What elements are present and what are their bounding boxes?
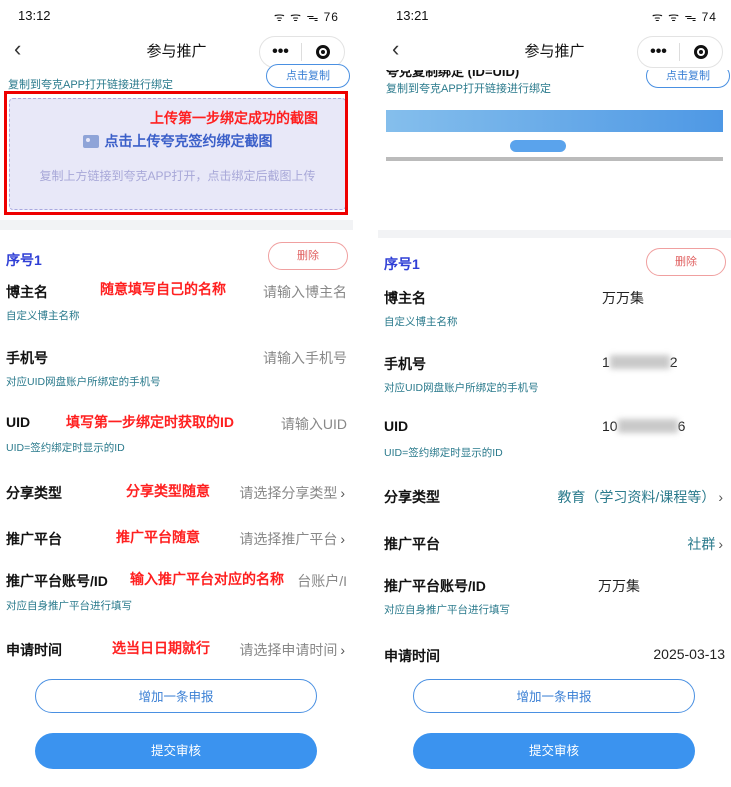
blogger-label: 博主名 [384, 290, 426, 306]
uid-hint: UID=签约绑定时显示的ID [6, 442, 125, 454]
form-card: 序号1 删除 博主名 万万集 自定义博主名称 手机号 12 对应UID网盘账户所… [378, 238, 731, 672]
uid-label: UID [384, 418, 409, 434]
uid-value-start: 10 [602, 418, 618, 434]
date-select[interactable]: 2025-03-13 [653, 646, 725, 662]
chevron-right-icon: › [718, 489, 723, 505]
share-type-select[interactable]: 请选择分享类型 › [239, 483, 345, 503]
blogger-hint: 自定义博主名称 [384, 316, 458, 328]
phone-value-start: 1 [602, 354, 610, 370]
delete-button[interactable]: 删除 [268, 242, 348, 270]
left-screenshot: 13:12 ᯤ ᯤ ᯓ 76 ‹ 参与推广 ••• 复制到夸克APP打开链接进行… [0, 0, 353, 787]
date-value: 请选择申请时间 [239, 642, 338, 658]
uploaded-screenshot-image [386, 110, 723, 132]
blurred-digits [609, 355, 670, 369]
status-bar: 13:12 ᯤ ᯤ ᯓ 76 [0, 0, 353, 32]
account-input[interactable]: 万万集 [598, 576, 640, 596]
platform-label: 推广平台 [384, 536, 440, 552]
share-type-label: 分享类型 [6, 485, 62, 501]
blogger-input[interactable]: 万万集 [602, 288, 644, 308]
platform-select[interactable]: 请选择推广平台 › [239, 529, 345, 549]
phone-label: 手机号 [6, 350, 48, 366]
phone-input[interactable]: 请输入手机号 [263, 348, 347, 368]
copy-tip: 复制到夸克APP打开链接进行绑定 [386, 83, 552, 95]
close-target-icon[interactable] [302, 45, 344, 59]
account-label: 推广平台账号/ID [384, 578, 486, 594]
bottom-bar: 增加一条申报 提交审核 [0, 672, 353, 787]
status-time: 13:21 [396, 8, 429, 23]
signal-wifi-battery-icon: ᯤ ᯤ ᯓ 74 [651, 10, 717, 24]
sequence-label: 序号1 [6, 252, 42, 268]
annotation-uid: 填写第一步绑定时获取的ID [66, 414, 234, 430]
phone-label: 手机号 [384, 356, 426, 372]
annotation-date: 选当日日期就行 [112, 640, 210, 656]
share-type-select[interactable]: 教育（学习资料/课程等） › [557, 487, 723, 507]
blogger-hint: 自定义博主名称 [6, 310, 80, 322]
copy-button[interactable]: 点击复制 [646, 70, 730, 88]
date-select[interactable]: 请选择申请时间 › [239, 640, 345, 660]
account-hint: 对应自身推广平台进行填写 [6, 600, 132, 612]
right-screenshot: 13:21 ᯤ ᯤ ᯓ 74 ‹ 参与推广 ••• 夸克复制绑定 (ID=UID… [378, 0, 731, 787]
chevron-right-icon: › [718, 536, 723, 552]
chevron-right-icon: › [340, 531, 345, 547]
copy-button[interactable]: 点击复制 [266, 64, 350, 88]
mini-program-capsule: ••• [637, 36, 723, 68]
uid-hint: UID=签约绑定时显示的ID [384, 447, 503, 459]
uploaded-screenshot-crop [386, 157, 723, 161]
nav-bar: ‹ 参与推广 ••• [378, 32, 731, 70]
annotation-platform: 推广平台随意 [116, 529, 200, 545]
platform-select[interactable]: 社群 › [687, 534, 723, 554]
platform-value: 请选择推广平台 [239, 531, 338, 547]
chevron-right-icon: › [340, 485, 345, 501]
chevron-right-icon: › [340, 642, 345, 658]
platform-value: 社群 [687, 536, 716, 552]
share-type-value: 请选择分享类型 [239, 485, 338, 501]
cut-heading: 夸克复制绑定 (ID=UID) [386, 70, 520, 79]
share-type-label: 分享类型 [384, 489, 440, 505]
add-entry-button[interactable]: 增加一条申报 [413, 679, 695, 713]
submit-button[interactable]: 提交审核 [413, 733, 695, 769]
annotation-upload: 上传第一步绑定成功的截图 [150, 110, 318, 126]
account-hint: 对应自身推广平台进行填写 [384, 604, 510, 616]
platform-label: 推广平台 [6, 531, 62, 547]
blurred-digits [617, 419, 678, 433]
status-bar: 13:21 ᯤ ᯤ ᯓ 74 [378, 0, 731, 32]
uploaded-screenshot-badge [510, 140, 566, 152]
copy-tip: 复制到夸克APP打开链接进行绑定 [8, 79, 174, 91]
account-label: 推广平台账号/ID [6, 573, 108, 589]
add-entry-button[interactable]: 增加一条申报 [35, 679, 317, 713]
date-label: 申请时间 [384, 648, 440, 664]
divider-gap [353, 0, 378, 787]
uid-value-end: 6 [677, 418, 686, 434]
uid-label: UID [6, 414, 31, 430]
annotation-account: 输入推广平台对应的名称 [130, 571, 284, 587]
close-target-icon[interactable] [680, 45, 722, 59]
blogger-input[interactable]: 请输入博主名 [263, 282, 347, 302]
more-menu-icon[interactable]: ••• [638, 43, 679, 61]
date-label: 申请时间 [6, 642, 62, 658]
uid-input[interactable]: 10 6 [602, 418, 685, 434]
account-input[interactable]: 台账户/I [297, 571, 347, 591]
bottom-bar: 增加一条申报 提交审核 [378, 672, 731, 787]
uid-input[interactable]: 请输入UID [281, 414, 347, 434]
phone-hint: 对应UID网盘账户所绑定的手机号 [6, 376, 161, 388]
phone-value-end: 2 [669, 354, 678, 370]
submit-button[interactable]: 提交审核 [35, 733, 317, 769]
signal-wifi-battery-icon: ᯤ ᯤ ᯓ 76 [273, 10, 339, 24]
more-menu-icon[interactable]: ••• [260, 43, 301, 61]
delete-button[interactable]: 删除 [646, 248, 726, 276]
phone-hint: 对应UID网盘账户所绑定的手机号 [384, 382, 539, 394]
annotation-share-type: 分享类型随意 [126, 483, 210, 499]
phone-input[interactable]: 12 [602, 354, 678, 370]
annotation-blogger: 随意填写自己的名称 [100, 281, 226, 297]
sequence-label: 序号1 [384, 256, 420, 272]
form-card: 序号1 删除 博主名 随意填写自己的名称 请输入博主名 自定义博主名称 手机号 … [0, 230, 353, 672]
blogger-label: 博主名 [6, 284, 48, 300]
share-type-value: 教育（学习资料/课程等） [557, 489, 716, 505]
status-time: 13:12 [18, 8, 51, 23]
